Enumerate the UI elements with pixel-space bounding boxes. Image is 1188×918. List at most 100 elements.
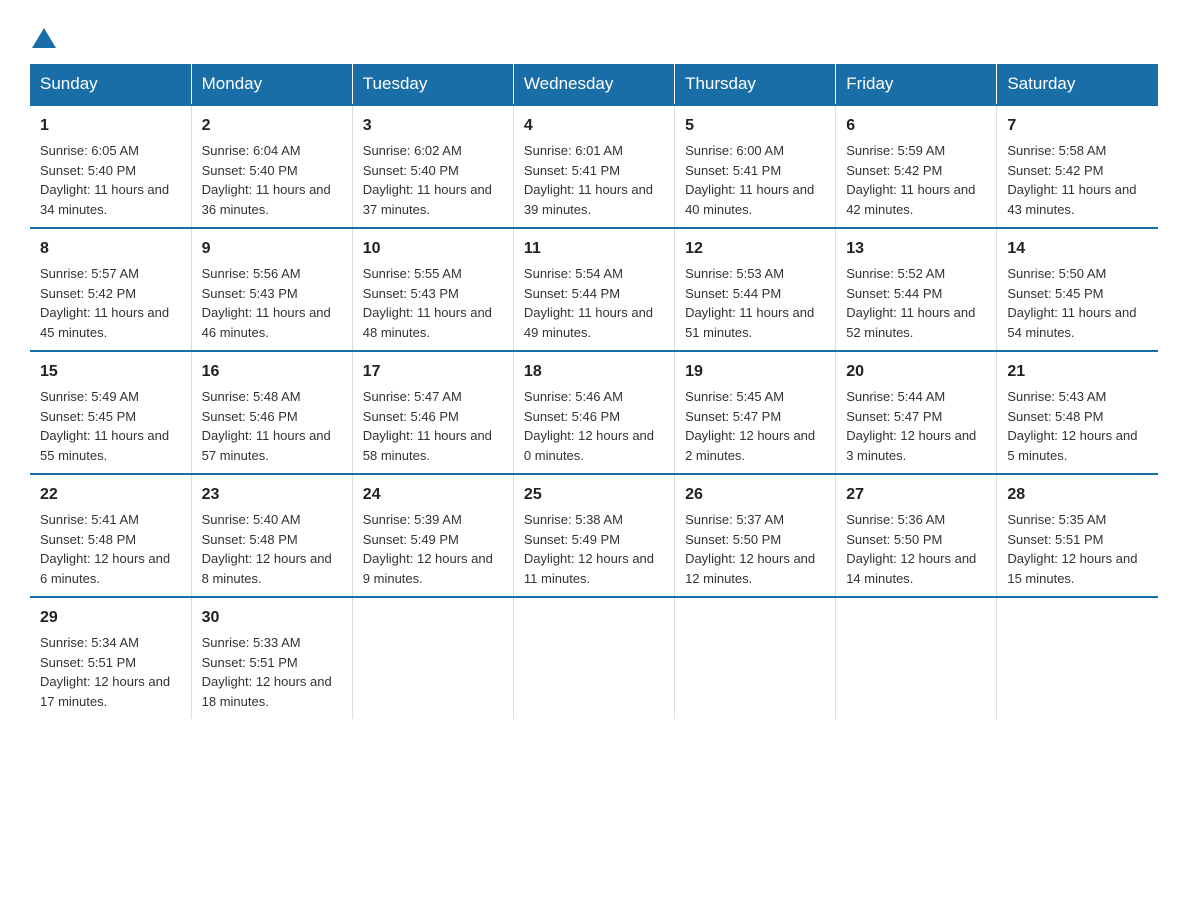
daylight-info: Daylight: 11 hours and 37 minutes. (363, 180, 503, 219)
day-number: 18 (524, 360, 664, 384)
page-header (30, 20, 1158, 48)
calendar-week-row: 8 Sunrise: 5:57 AM Sunset: 5:42 PM Dayli… (30, 228, 1158, 351)
calendar-cell: 24 Sunrise: 5:39 AM Sunset: 5:49 PM Dayl… (352, 474, 513, 597)
sunset-info: Sunset: 5:42 PM (846, 161, 986, 181)
sunset-info: Sunset: 5:50 PM (846, 530, 986, 550)
sunrise-info: Sunrise: 5:57 AM (40, 264, 181, 284)
weekday-header-tuesday: Tuesday (352, 64, 513, 105)
sunrise-info: Sunrise: 6:04 AM (202, 141, 342, 161)
daylight-info: Daylight: 12 hours and 14 minutes. (846, 549, 986, 588)
daylight-info: Daylight: 12 hours and 2 minutes. (685, 426, 825, 465)
day-number: 10 (363, 237, 503, 261)
sunset-info: Sunset: 5:48 PM (40, 530, 181, 550)
day-number: 4 (524, 114, 664, 138)
sunset-info: Sunset: 5:48 PM (202, 530, 342, 550)
calendar-cell: 7 Sunrise: 5:58 AM Sunset: 5:42 PM Dayli… (997, 105, 1158, 228)
day-number: 7 (1007, 114, 1148, 138)
day-number: 24 (363, 483, 503, 507)
day-number: 27 (846, 483, 986, 507)
sunrise-info: Sunrise: 5:35 AM (1007, 510, 1148, 530)
daylight-info: Daylight: 11 hours and 48 minutes. (363, 303, 503, 342)
day-number: 16 (202, 360, 342, 384)
sunset-info: Sunset: 5:44 PM (524, 284, 664, 304)
calendar-week-row: 29 Sunrise: 5:34 AM Sunset: 5:51 PM Dayl… (30, 597, 1158, 719)
calendar-cell (675, 597, 836, 719)
day-number: 14 (1007, 237, 1148, 261)
calendar-cell (352, 597, 513, 719)
day-number: 22 (40, 483, 181, 507)
calendar-cell: 4 Sunrise: 6:01 AM Sunset: 5:41 PM Dayli… (513, 105, 674, 228)
sunset-info: Sunset: 5:43 PM (363, 284, 503, 304)
calendar-cell: 27 Sunrise: 5:36 AM Sunset: 5:50 PM Dayl… (836, 474, 997, 597)
day-number: 17 (363, 360, 503, 384)
daylight-info: Daylight: 12 hours and 9 minutes. (363, 549, 503, 588)
calendar-cell: 18 Sunrise: 5:46 AM Sunset: 5:46 PM Dayl… (513, 351, 674, 474)
daylight-info: Daylight: 11 hours and 46 minutes. (202, 303, 342, 342)
sunset-info: Sunset: 5:42 PM (1007, 161, 1148, 181)
daylight-info: Daylight: 12 hours and 5 minutes. (1007, 426, 1148, 465)
day-number: 12 (685, 237, 825, 261)
daylight-info: Daylight: 11 hours and 55 minutes. (40, 426, 181, 465)
day-number: 28 (1007, 483, 1148, 507)
weekday-header-sunday: Sunday (30, 64, 191, 105)
day-number: 5 (685, 114, 825, 138)
daylight-info: Daylight: 11 hours and 51 minutes. (685, 303, 825, 342)
daylight-info: Daylight: 12 hours and 18 minutes. (202, 672, 342, 711)
sunrise-info: Sunrise: 6:05 AM (40, 141, 181, 161)
sunrise-info: Sunrise: 5:44 AM (846, 387, 986, 407)
daylight-info: Daylight: 11 hours and 54 minutes. (1007, 303, 1148, 342)
daylight-info: Daylight: 11 hours and 34 minutes. (40, 180, 181, 219)
sunrise-info: Sunrise: 5:56 AM (202, 264, 342, 284)
calendar-cell: 28 Sunrise: 5:35 AM Sunset: 5:51 PM Dayl… (997, 474, 1158, 597)
sunset-info: Sunset: 5:44 PM (685, 284, 825, 304)
calendar-cell: 8 Sunrise: 5:57 AM Sunset: 5:42 PM Dayli… (30, 228, 191, 351)
day-number: 29 (40, 606, 181, 630)
weekday-header-monday: Monday (191, 64, 352, 105)
calendar-cell: 9 Sunrise: 5:56 AM Sunset: 5:43 PM Dayli… (191, 228, 352, 351)
sunrise-info: Sunrise: 5:45 AM (685, 387, 825, 407)
calendar-cell: 14 Sunrise: 5:50 AM Sunset: 5:45 PM Dayl… (997, 228, 1158, 351)
calendar-cell: 10 Sunrise: 5:55 AM Sunset: 5:43 PM Dayl… (352, 228, 513, 351)
daylight-info: Daylight: 12 hours and 0 minutes. (524, 426, 664, 465)
day-number: 6 (846, 114, 986, 138)
calendar-cell: 15 Sunrise: 5:49 AM Sunset: 5:45 PM Dayl… (30, 351, 191, 474)
day-number: 3 (363, 114, 503, 138)
daylight-info: Daylight: 12 hours and 8 minutes. (202, 549, 342, 588)
logo-triangle-icon (32, 28, 56, 48)
calendar-cell: 29 Sunrise: 5:34 AM Sunset: 5:51 PM Dayl… (30, 597, 191, 719)
day-number: 9 (202, 237, 342, 261)
weekday-header-thursday: Thursday (675, 64, 836, 105)
calendar-cell: 25 Sunrise: 5:38 AM Sunset: 5:49 PM Dayl… (513, 474, 674, 597)
sunrise-info: Sunrise: 5:34 AM (40, 633, 181, 653)
sunrise-info: Sunrise: 5:47 AM (363, 387, 503, 407)
calendar-cell: 12 Sunrise: 5:53 AM Sunset: 5:44 PM Dayl… (675, 228, 836, 351)
daylight-info: Daylight: 11 hours and 49 minutes. (524, 303, 664, 342)
calendar-table: SundayMondayTuesdayWednesdayThursdayFrid… (30, 64, 1158, 719)
sunrise-info: Sunrise: 5:52 AM (846, 264, 986, 284)
sunset-info: Sunset: 5:50 PM (685, 530, 825, 550)
sunrise-info: Sunrise: 6:01 AM (524, 141, 664, 161)
day-number: 1 (40, 114, 181, 138)
sunrise-info: Sunrise: 5:43 AM (1007, 387, 1148, 407)
daylight-info: Daylight: 12 hours and 12 minutes. (685, 549, 825, 588)
weekday-header-friday: Friday (836, 64, 997, 105)
sunset-info: Sunset: 5:41 PM (524, 161, 664, 181)
calendar-cell (997, 597, 1158, 719)
sunset-info: Sunset: 5:40 PM (40, 161, 181, 181)
sunset-info: Sunset: 5:43 PM (202, 284, 342, 304)
sunset-info: Sunset: 5:46 PM (202, 407, 342, 427)
day-number: 21 (1007, 360, 1148, 384)
calendar-cell: 30 Sunrise: 5:33 AM Sunset: 5:51 PM Dayl… (191, 597, 352, 719)
logo (30, 20, 58, 48)
daylight-info: Daylight: 11 hours and 36 minutes. (202, 180, 342, 219)
sunrise-info: Sunrise: 5:41 AM (40, 510, 181, 530)
sunset-info: Sunset: 5:47 PM (846, 407, 986, 427)
calendar-cell: 16 Sunrise: 5:48 AM Sunset: 5:46 PM Dayl… (191, 351, 352, 474)
calendar-cell: 11 Sunrise: 5:54 AM Sunset: 5:44 PM Dayl… (513, 228, 674, 351)
calendar-cell: 2 Sunrise: 6:04 AM Sunset: 5:40 PM Dayli… (191, 105, 352, 228)
sunrise-info: Sunrise: 5:55 AM (363, 264, 503, 284)
daylight-info: Daylight: 11 hours and 57 minutes. (202, 426, 342, 465)
sunset-info: Sunset: 5:46 PM (524, 407, 664, 427)
sunrise-info: Sunrise: 5:48 AM (202, 387, 342, 407)
sunset-info: Sunset: 5:46 PM (363, 407, 503, 427)
